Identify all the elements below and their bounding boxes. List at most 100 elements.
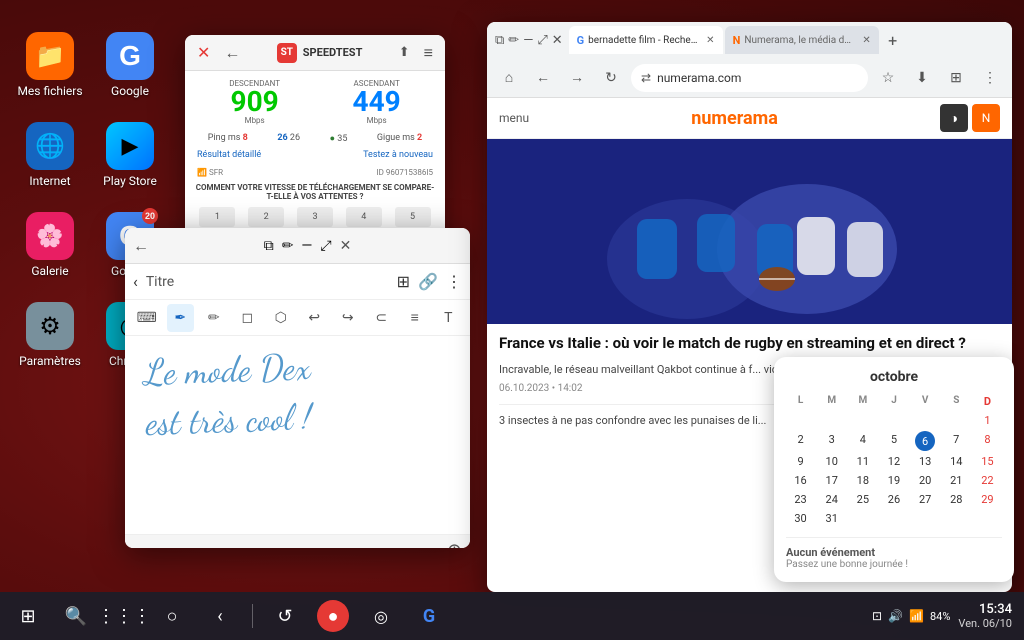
- numerama-menu[interactable]: menu: [499, 111, 529, 125]
- taskbar-dex-icon[interactable]: ⊡: [872, 609, 882, 623]
- sidebar-item-internet[interactable]: 🌐 Internet: [10, 110, 90, 200]
- browser-download-btn[interactable]: ⬇: [908, 64, 936, 92]
- taskbar-wifi-icon[interactable]: 📶: [909, 609, 924, 623]
- cal-day-18[interactable]: 18: [848, 472, 877, 489]
- browser-menu-btn[interactable]: ⋮: [976, 64, 1004, 92]
- browser-copy-btn[interactable]: ⧉: [495, 33, 504, 48]
- browser-extensions-btn[interactable]: ⊞: [942, 64, 970, 92]
- tool-pen-btn[interactable]: ✒: [167, 304, 195, 332]
- notes-attach-btn[interactable]: 🔗: [418, 272, 438, 291]
- cal-day-20[interactable]: 20: [911, 472, 940, 489]
- notes-copy-btn[interactable]: ⧉: [264, 238, 274, 254]
- numerama-red-btn[interactable]: N: [972, 104, 1000, 132]
- notes-more-btn[interactable]: ⋮: [446, 272, 462, 291]
- cal-day-15[interactable]: 15: [973, 453, 1002, 470]
- cal-day-24[interactable]: 24: [817, 491, 846, 508]
- cal-day-11[interactable]: 11: [848, 453, 877, 470]
- cal-day-25[interactable]: 25: [848, 491, 877, 508]
- notes-back-icon[interactable]: ‹: [133, 272, 138, 291]
- cal-day-26[interactable]: 26: [879, 491, 908, 508]
- cal-day-2[interactable]: 2: [786, 431, 815, 451]
- notes-expand-btn[interactable]: ⤢: [320, 238, 331, 254]
- sidebar-item-play-store[interactable]: ▶ Play Store: [90, 110, 170, 200]
- cal-day-4[interactable]: 4: [848, 431, 877, 451]
- cal-day-6[interactable]: 6: [915, 431, 935, 451]
- cal-day-21[interactable]: 21: [942, 472, 971, 489]
- cal-day-9[interactable]: 9: [786, 453, 815, 470]
- browser-window-btn3[interactable]: —: [523, 33, 533, 48]
- sidebar-item-parametres[interactable]: ⚙ Paramètres: [10, 290, 90, 380]
- cal-day-7[interactable]: 7: [942, 431, 971, 451]
- rating-2[interactable]: 2: [248, 207, 284, 227]
- taskbar-recent-btn[interactable]: ⋮⋮⋮: [108, 600, 140, 632]
- cal-day-13[interactable]: 13: [911, 453, 940, 470]
- browser-close-btn[interactable]: ✕: [552, 33, 563, 48]
- taskbar-volume-icon[interactable]: 🔊: [888, 609, 903, 623]
- browser-tab-2[interactable]: N Numerama, le média de réfé... ✕: [725, 26, 879, 54]
- taskbar-back-btn[interactable]: ‹: [204, 600, 236, 632]
- tool-type-btn[interactable]: ⌨: [133, 304, 161, 332]
- tool-indent-btn[interactable]: ≡: [401, 304, 429, 332]
- notes-title[interactable]: Titre: [146, 274, 389, 290]
- cal-day-1[interactable]: 1: [973, 412, 1002, 429]
- cal-day-23[interactable]: 23: [786, 491, 815, 508]
- taskbar-red-app-btn[interactable]: ●: [317, 600, 349, 632]
- speedtest-nav-back[interactable]: ←: [220, 41, 244, 65]
- taskbar-rotate-btn[interactable]: ↺: [269, 600, 301, 632]
- cal-day-29[interactable]: 29: [973, 491, 1002, 508]
- cal-day-30[interactable]: 30: [786, 510, 815, 527]
- notes-pen-btn[interactable]: ✏: [282, 238, 294, 254]
- notes-canvas[interactable]: Le mode Dex est très cool !: [125, 336, 470, 534]
- sidebar-item-galerie[interactable]: 🌸 Galerie: [10, 200, 90, 290]
- tab2-close[interactable]: ✕: [862, 35, 870, 46]
- speedtest-menu-btn[interactable]: ≡: [420, 41, 437, 65]
- notes-minus-btn[interactable]: —: [301, 238, 312, 254]
- browser-home-btn[interactable]: ⌂: [495, 64, 523, 92]
- numerama-dark-btn[interactable]: ◑: [940, 104, 968, 132]
- cal-day-12[interactable]: 12: [879, 453, 908, 470]
- cal-day-27[interactable]: 27: [911, 491, 940, 508]
- cal-day-31[interactable]: 31: [817, 510, 846, 527]
- notes-close-btn[interactable]: ✕: [340, 238, 352, 254]
- sidebar-item-google[interactable]: G Google: [90, 20, 170, 110]
- rating-3[interactable]: 3: [297, 207, 333, 227]
- tab1-close[interactable]: ✕: [706, 35, 714, 46]
- browser-tab-1[interactable]: G bernadette film - Recherche... ✕: [569, 26, 723, 54]
- speedtest-close-btn[interactable]: ✕: [193, 41, 214, 64]
- cal-day-8[interactable]: 8: [973, 431, 1002, 451]
- browser-refresh-btn[interactable]: ↻: [597, 64, 625, 92]
- cal-day-16[interactable]: 16: [786, 472, 815, 489]
- new-tab-button[interactable]: +: [881, 28, 905, 52]
- browser-bookmark-btn[interactable]: ☆: [874, 64, 902, 92]
- browser-back-btn[interactable]: ←: [529, 64, 557, 92]
- cal-day-14[interactable]: 14: [942, 453, 971, 470]
- address-bar[interactable]: ⇄ numerama.com: [631, 64, 868, 92]
- notes-layout-btn[interactable]: ⊞: [397, 272, 410, 291]
- tool-shapes-btn[interactable]: ⬡: [267, 304, 295, 332]
- cal-day-3[interactable]: 3: [817, 431, 846, 451]
- sidebar-item-mes-fichiers[interactable]: 📁 Mes fichiers: [10, 20, 90, 110]
- cal-day-19[interactable]: 19: [879, 472, 908, 489]
- browser-forward-btn[interactable]: →: [563, 64, 591, 92]
- cal-day-28[interactable]: 28: [942, 491, 971, 508]
- result-detail-link[interactable]: Résultat détaillé: [197, 150, 261, 160]
- cal-day-22[interactable]: 22: [973, 472, 1002, 489]
- taskbar-home-btn[interactable]: ○: [156, 600, 188, 632]
- rating-4[interactable]: 4: [346, 207, 382, 227]
- taskbar-google-btn[interactable]: G: [413, 600, 445, 632]
- rating-5[interactable]: 5: [395, 207, 431, 227]
- tool-redo-btn[interactable]: ↪: [334, 304, 362, 332]
- tool-eraser-btn[interactable]: ◻: [234, 304, 262, 332]
- tool-undo-btn[interactable]: ↩: [301, 304, 329, 332]
- taskbar-apps-btn[interactable]: ⊞: [12, 600, 44, 632]
- tool-pencil-btn[interactable]: ✏: [200, 304, 228, 332]
- notes-nav-back[interactable]: ←: [133, 236, 149, 256]
- retest-link[interactable]: Testez à nouveau: [363, 150, 433, 160]
- cal-day-10[interactable]: 10: [817, 453, 846, 470]
- rating-1[interactable]: 1: [199, 207, 235, 227]
- tool-lasso-btn[interactable]: ⊂: [368, 304, 396, 332]
- tool-text-btn[interactable]: T: [435, 304, 463, 332]
- cal-day-17[interactable]: 17: [817, 472, 846, 489]
- cal-day-5[interactable]: 5: [879, 431, 908, 451]
- browser-minimize-btn[interactable]: ✏: [508, 33, 519, 48]
